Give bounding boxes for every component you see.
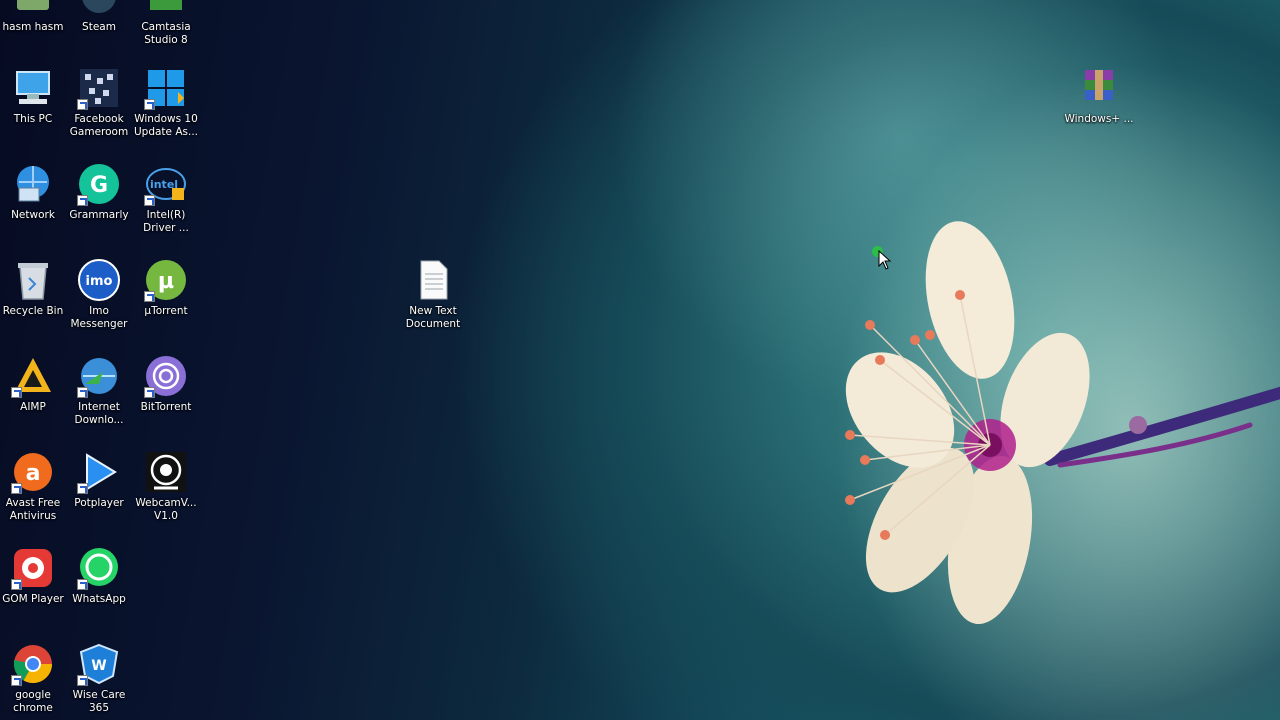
recycle-bin-icon — [11, 258, 55, 302]
grammarly-icon: G — [77, 162, 121, 206]
desktop-icon-utorrent[interactable]: µ µTorrent — [133, 256, 199, 348]
desktop-icon-chrome[interactable]: google chrome — [0, 640, 66, 720]
icon-label: Grammarly — [69, 209, 129, 221]
icon-label: Windows 10 Update As... — [133, 113, 199, 138]
steam-icon — [77, 0, 121, 18]
icon-label: Network — [11, 209, 55, 221]
gom-player-icon — [11, 546, 55, 590]
gameroom-icon — [77, 66, 121, 110]
shortcut-arrow-icon — [77, 483, 88, 494]
desktop-icon-whatsapp[interactable]: WhatsApp — [66, 544, 132, 636]
shortcut-arrow-icon — [144, 291, 155, 302]
icon-label: WhatsApp — [72, 593, 126, 605]
shortcut-arrow-icon — [11, 675, 22, 686]
svg-text:imo: imo — [86, 274, 113, 289]
icon-label: Steam — [82, 21, 116, 33]
wise-care-icon: W — [77, 642, 121, 686]
shortcut-arrow-icon — [77, 387, 88, 398]
chrome-icon — [11, 642, 55, 686]
icon-label: AIMP — [20, 401, 46, 413]
desktop-icon-this-pc[interactable]: This PC — [0, 64, 66, 156]
icon-label: Internet Downlo... — [74, 401, 124, 426]
desktop-icon-bittorrent[interactable]: BitTorrent — [133, 352, 199, 444]
desktop-icon-idm[interactable]: Internet Downlo... — [66, 352, 132, 444]
svg-text:a: a — [26, 461, 41, 486]
svg-text:G: G — [90, 173, 108, 198]
svg-text:W: W — [91, 658, 106, 674]
mouse-cursor-icon — [878, 250, 892, 270]
svg-text:µ: µ — [158, 269, 174, 294]
icon-label: BitTorrent — [140, 401, 192, 413]
desktop-icon-steam[interactable]: Steam — [66, 0, 132, 64]
desktop-icon-aimp[interactable]: AIMP — [0, 352, 66, 444]
utorrent-icon: µ — [144, 258, 188, 302]
icon-label: hasm hasm — [2, 21, 64, 33]
shortcut-arrow-icon — [144, 99, 155, 110]
icon-label: Camtasia Studio 8 — [141, 21, 191, 46]
shortcut-arrow-icon — [77, 195, 88, 206]
imo-icon: imo — [77, 258, 121, 302]
webcam-icon — [144, 450, 188, 494]
shortcut-arrow-icon — [144, 195, 155, 206]
icon-label: Recycle Bin — [2, 305, 64, 317]
shortcut-arrow-icon — [11, 579, 22, 590]
icon-label: Wise Care 365 — [72, 689, 126, 714]
desktop-icon-camtasia[interactable]: Camtasia Studio 8 — [133, 0, 199, 64]
shortcut-arrow-icon — [77, 579, 88, 590]
icon-label: GOM Player — [2, 593, 64, 605]
icon-label: google chrome — [13, 689, 53, 714]
potplayer-icon — [77, 450, 121, 494]
icon-label: WebcamV... V1.0 — [135, 497, 197, 522]
icon-label: µTorrent — [144, 305, 188, 317]
icon-label: Intel(R) Driver ... — [143, 209, 189, 234]
desktop-icon-webcam[interactable]: WebcamV... V1.0 — [133, 448, 199, 540]
user-folder-icon — [11, 0, 55, 18]
desktop-icon-wise-care[interactable]: W Wise Care 365 — [66, 640, 132, 720]
avast-icon: a — [11, 450, 55, 494]
shortcut-arrow-icon — [11, 483, 22, 494]
desktop-icon-grammarly[interactable]: G Grammarly — [66, 160, 132, 252]
desktop-icon-gom-player[interactable]: GOM Player — [0, 544, 66, 636]
aimp-icon — [11, 354, 55, 398]
desktop-icon-network[interactable]: Network — [0, 160, 66, 252]
desktop-icon-new-text-document[interactable]: New Text Document — [400, 256, 466, 348]
intel-icon: intel — [144, 162, 188, 206]
desktop-icon-intel-driver[interactable]: intel Intel(R) Driver ... — [133, 160, 199, 252]
bittorrent-icon — [144, 354, 188, 398]
icon-label: This PC — [13, 113, 53, 125]
icon-label: Facebook Gameroom — [69, 113, 129, 138]
desktop-icon-recycle-bin[interactable]: Recycle Bin — [0, 256, 66, 348]
icon-label: New Text Document — [405, 305, 461, 330]
text-document-icon — [411, 258, 455, 302]
icon-label: Imo Messenger — [70, 305, 128, 330]
icon-label: Avast Free Antivirus — [5, 497, 61, 522]
shortcut-arrow-icon — [77, 675, 88, 686]
windows-logo-icon — [144, 66, 188, 110]
desktop-icon-avast[interactable]: a Avast Free Antivirus — [0, 448, 66, 540]
camtasia-icon — [144, 0, 188, 18]
desktop-icon-imo[interactable]: imo Imo Messenger — [66, 256, 132, 348]
desktop-icon-facebook-gameroom[interactable]: Facebook Gameroom — [66, 64, 132, 156]
icon-label: Windows+ ... — [1064, 113, 1134, 125]
desktop-icon-potplayer[interactable]: Potplayer — [66, 448, 132, 540]
shortcut-arrow-icon — [11, 387, 22, 398]
desktop-icon-win10-update[interactable]: Windows 10 Update As... — [133, 64, 199, 156]
whatsapp-icon — [77, 546, 121, 590]
desktop-icon-hasm[interactable]: hasm hasm — [0, 0, 66, 64]
computer-icon — [11, 66, 55, 110]
winrar-archive-icon — [1077, 66, 1121, 110]
shortcut-arrow-icon — [77, 99, 88, 110]
wallpaper-flower — [845, 221, 1280, 624]
shortcut-arrow-icon — [144, 387, 155, 398]
internet-download-manager-icon — [77, 354, 121, 398]
network-icon — [11, 162, 55, 206]
desktop-icon-winrar-archive[interactable]: Windows+ ... — [1064, 64, 1134, 156]
icon-label: Potplayer — [74, 497, 124, 509]
